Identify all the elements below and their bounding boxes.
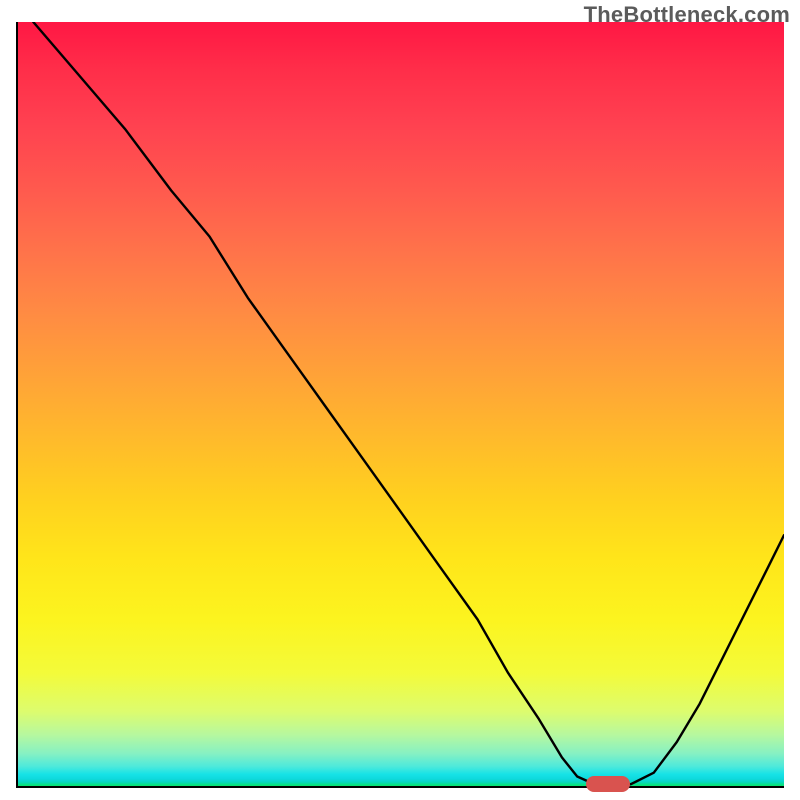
y-axis	[16, 22, 18, 788]
plot-area	[18, 22, 784, 788]
curve-svg	[18, 22, 784, 788]
x-axis	[18, 786, 784, 788]
chart-container: TheBottleneck.com	[0, 0, 800, 800]
bottleneck-curve	[33, 22, 784, 784]
optimal-marker	[586, 776, 630, 792]
watermark-text: TheBottleneck.com	[584, 2, 790, 28]
